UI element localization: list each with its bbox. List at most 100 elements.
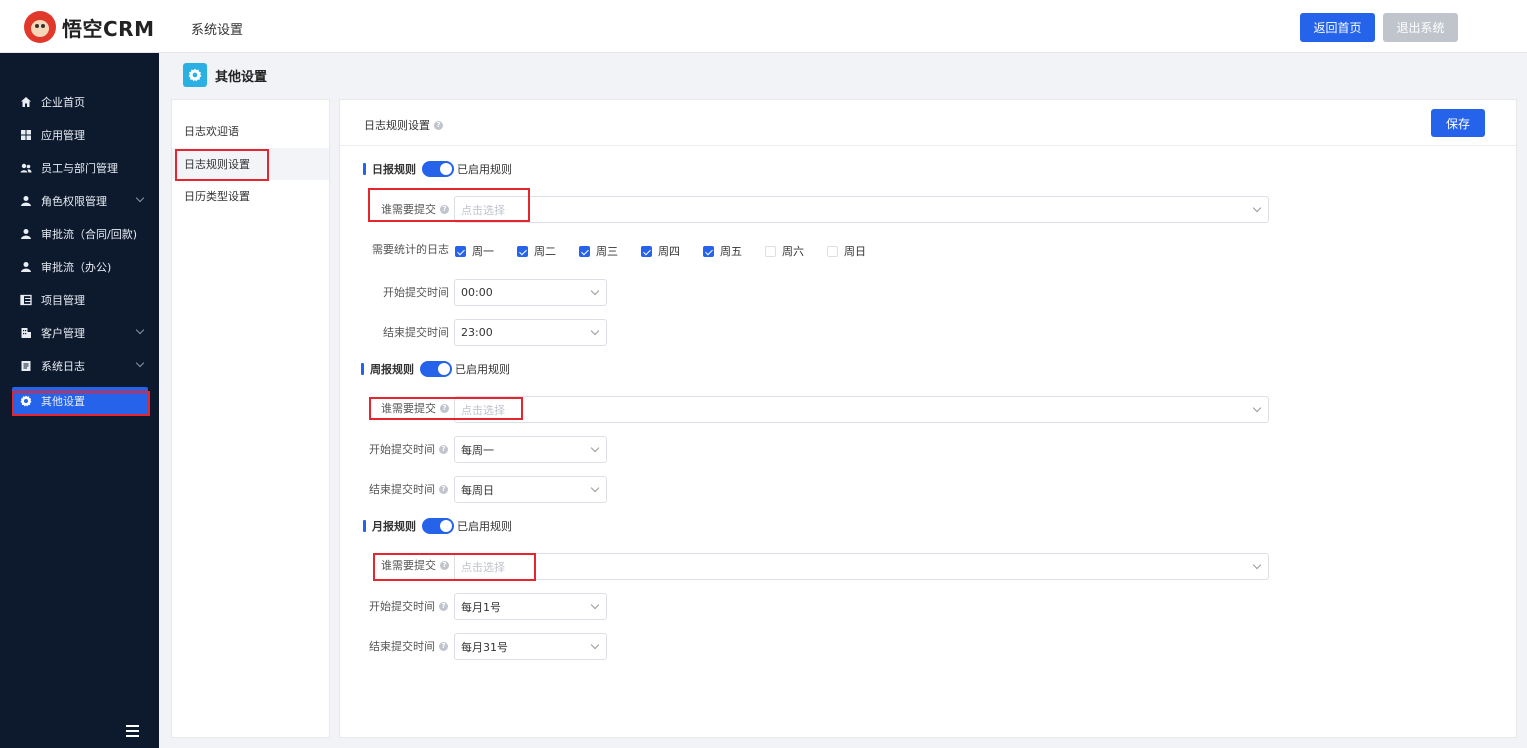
checkbox[interactable]: [765, 245, 776, 257]
help-icon[interactable]: ?: [439, 641, 448, 651]
monthly-rule-title: 月报规则: [372, 520, 416, 533]
weekly-switch-label: 已启用规则: [455, 363, 510, 376]
sidebar-item-apps[interactable]: 应用管理: [0, 121, 159, 149]
day-label: 周五: [720, 245, 742, 258]
user-icon: [20, 228, 32, 240]
sidebar-item-label: 系统日志: [41, 360, 85, 373]
submenu-item-welcome[interactable]: 日志欢迎语: [172, 115, 329, 147]
submenu-item-calendar-types[interactable]: 日历类型设置: [172, 180, 329, 212]
monthly-start-select[interactable]: 每月1号: [454, 593, 607, 620]
chevron-down-icon: [135, 358, 145, 368]
day-checkbox-sat[interactable]: 周六: [765, 243, 804, 259]
gear-icon: [183, 63, 207, 87]
monthly-end-value: 每月31号: [461, 640, 508, 654]
highlight-box: [368, 188, 530, 222]
daily-end-select[interactable]: 23:00: [454, 319, 607, 346]
weekly-rule-switch[interactable]: [420, 361, 452, 377]
day-label: 周一: [472, 245, 494, 258]
checkbox[interactable]: [579, 245, 590, 257]
page-title: 其他设置: [215, 69, 268, 85]
daily-switch-label: 已启用规则: [457, 163, 512, 176]
checkbox[interactable]: [517, 245, 528, 257]
save-button[interactable]: 保存: [1431, 109, 1485, 137]
log-icon: [20, 360, 32, 372]
weekly-start-select[interactable]: 每周一: [454, 436, 607, 463]
checkbox[interactable]: [455, 245, 466, 257]
sidebar-item-syslog[interactable]: 系统日志: [0, 352, 159, 380]
day-label: 周日: [844, 245, 866, 258]
exit-button[interactable]: 退出系统: [1383, 13, 1458, 42]
header-title: 系统设置: [191, 23, 244, 38]
page-title-wrap: 其他设置: [183, 62, 267, 88]
chevron-down-icon: [590, 443, 600, 453]
day-checkbox-thu[interactable]: 周四: [641, 243, 680, 259]
chevron-down-icon: [1252, 203, 1262, 213]
daily-rule-switch[interactable]: [422, 161, 454, 177]
sidebar-item-home[interactable]: 企业首页: [0, 88, 159, 116]
help-icon[interactable]: ?: [439, 484, 448, 494]
chevron-down-icon: [590, 600, 600, 610]
help-icon[interactable]: ?: [434, 120, 443, 130]
sidebar-item-staff[interactable]: 员工与部门管理: [0, 154, 159, 182]
highlight-box: [12, 391, 150, 416]
weekly-end-select[interactable]: 每周日: [454, 476, 607, 503]
collapse-menu-icon[interactable]: [126, 725, 144, 737]
sidebar-item-label: 角色权限管理: [41, 195, 107, 208]
checkbox[interactable]: [703, 245, 714, 257]
section-marker: [361, 363, 364, 375]
chevron-down-icon: [590, 640, 600, 650]
weekly-submitter-select[interactable]: 点击选择: [454, 396, 1269, 423]
sidebar-item-label: 审批流（办公): [41, 261, 112, 274]
weekly-start-value: 每周一: [461, 443, 494, 457]
apps-icon: [20, 129, 32, 141]
home-button[interactable]: 返回首页: [1300, 13, 1375, 42]
daily-stat-label: 需要统计的日志: [372, 243, 449, 256]
checkbox[interactable]: [827, 245, 838, 257]
daily-start-value: 00:00: [461, 286, 493, 299]
sidebar-item-projects[interactable]: 项目管理: [0, 286, 159, 314]
daily-rule-title: 日报规则: [372, 163, 416, 176]
sidebar-item-approval-contract[interactable]: 审批流（合同/回款): [0, 220, 159, 248]
logo[interactable]: 悟空CRM: [24, 11, 154, 43]
monthly-start-label: 开始提交时间 ?: [369, 598, 448, 614]
day-checkbox-sun[interactable]: 周日: [827, 243, 866, 259]
monkey-logo-icon: [24, 11, 56, 43]
monthly-submitter-select[interactable]: 点击选择: [454, 553, 1269, 580]
section-marker: [363, 520, 366, 532]
user-icon: [20, 261, 32, 273]
highlight-box: [175, 149, 269, 181]
help-icon[interactable]: ?: [439, 601, 448, 611]
daily-end-label: 结束提交时间: [383, 326, 449, 339]
chevron-down-icon: [135, 193, 145, 203]
chevron-down-icon: [1252, 560, 1262, 570]
monthly-end-label-text: 结束提交时间: [369, 640, 435, 653]
user-icon: [20, 195, 32, 207]
monthly-end-select[interactable]: 每月31号: [454, 633, 607, 660]
daily-rule-header: 日报规则 已启用规则: [363, 161, 512, 177]
monthly-rule-switch[interactable]: [422, 518, 454, 534]
help-icon[interactable]: ?: [439, 444, 448, 454]
sidebar-item-customers[interactable]: 客户管理: [0, 319, 159, 347]
monthly-switch-label: 已启用规则: [457, 520, 512, 533]
day-checkbox-tue[interactable]: 周二: [517, 243, 556, 259]
daily-submitter-select[interactable]: 点击选择: [454, 196, 1269, 223]
chevron-down-icon: [135, 325, 145, 335]
checkbox[interactable]: [641, 245, 652, 257]
settings-submenu: 日志欢迎语 日志规则设置 日历类型设置: [171, 99, 330, 738]
panel-title-text: 日志规则设置: [364, 119, 430, 132]
chevron-down-icon: [590, 286, 600, 296]
sidebar-item-label: 审批流（合同/回款): [41, 228, 137, 241]
day-checkbox-wed[interactable]: 周三: [579, 243, 618, 259]
sidebar-item-label: 企业首页: [41, 96, 85, 109]
top-header: 悟空CRM 系统设置 返回首页 退出系统: [0, 0, 1527, 53]
monthly-start-label-text: 开始提交时间: [369, 600, 435, 613]
daily-start-select[interactable]: 00:00: [454, 279, 607, 306]
highlight-box: [369, 397, 523, 420]
sidebar-item-approval-office[interactable]: 审批流（办公): [0, 253, 159, 281]
day-checkbox-mon[interactable]: 周一: [455, 243, 494, 259]
day-checkbox-fri[interactable]: 周五: [703, 243, 742, 259]
sidebar-item-roles[interactable]: 角色权限管理: [0, 187, 159, 215]
weekly-start-label-text: 开始提交时间: [369, 443, 435, 456]
sidebar-item-label: 应用管理: [41, 129, 85, 142]
weekly-end-value: 每周日: [461, 483, 494, 497]
